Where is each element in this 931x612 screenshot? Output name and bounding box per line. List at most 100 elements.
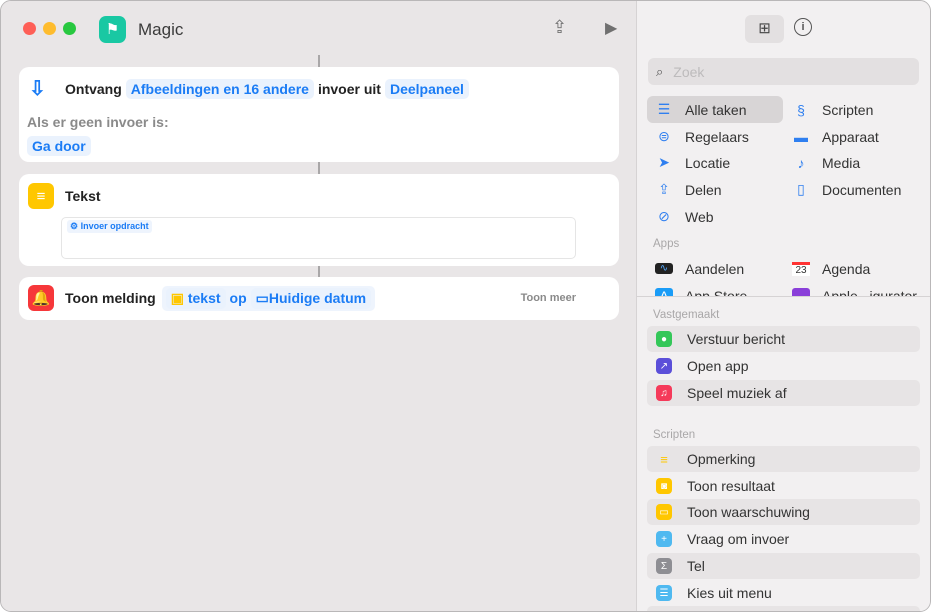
category-documents[interactable]: ▯ Documenten xyxy=(784,176,901,203)
music-icon: ♫ xyxy=(656,385,672,401)
script-choose-menu[interactable]: ☰ Kies uit menu xyxy=(647,580,920,606)
action-verb: Ontvang xyxy=(65,80,122,97)
search-input[interactable]: ⌕ Zoek xyxy=(648,58,919,85)
item-label: Opmerking xyxy=(687,451,756,467)
item-label: Verstuur bericht xyxy=(687,331,786,347)
category-location[interactable]: ➤ Locatie xyxy=(647,149,730,176)
show-more-button[interactable]: Toon meer xyxy=(521,292,576,304)
show-result-icon: ◙ xyxy=(656,478,672,494)
category-label: Delen xyxy=(685,181,722,198)
token-label: tekst xyxy=(187,289,221,306)
item-label: Toon resultaat xyxy=(687,478,775,494)
no-input-value[interactable]: Ga door xyxy=(27,136,91,156)
category-media[interactable]: ♪ Media xyxy=(784,149,861,176)
search-icon: ⌕ xyxy=(656,63,664,79)
share-icon[interactable]: ⇪ xyxy=(552,17,567,38)
receive-icon: ⇩ xyxy=(29,78,46,100)
configurator-icon xyxy=(792,287,810,296)
share-icon: ⇪ xyxy=(658,181,670,197)
token-label: Huidige datum xyxy=(268,289,367,306)
item-label: Kies uit menu xyxy=(687,585,772,601)
pinned-play-music[interactable]: ♫ Speel muziek af xyxy=(647,380,920,406)
zoom-button[interactable] xyxy=(63,22,76,35)
scripting-icon: § xyxy=(797,101,805,118)
item-label: Speel muziek af xyxy=(687,385,787,401)
category-label: Scripten xyxy=(822,101,874,118)
app-label: Agenda xyxy=(822,260,871,277)
pinned-section-label: Vastgemaakt xyxy=(653,309,720,321)
apps-section-label: Apps xyxy=(653,238,680,250)
action-text[interactable]: ≡ Tekst ⚙ Invoer opdracht xyxy=(19,174,619,266)
variable-label: Invoer opdracht xyxy=(80,221,149,231)
source-token[interactable]: Deelpaneel xyxy=(384,78,469,99)
app-store-icon: A xyxy=(655,287,673,296)
category-scripting[interactable]: § Scripten xyxy=(784,96,873,123)
script-count[interactable]: Σ Tel xyxy=(647,553,920,579)
apps-list: ∿ Aandelen 23 Agenda A App Store Apple...ig… xyxy=(637,255,930,296)
app-app-store[interactable]: A App Store xyxy=(647,282,747,296)
category-label: Regelaars xyxy=(685,128,749,145)
divider xyxy=(637,296,930,297)
notification-icon: 🔔 xyxy=(28,285,54,311)
item-label: Open app xyxy=(687,358,749,374)
close-button[interactable] xyxy=(23,22,36,35)
minimize-button[interactable] xyxy=(43,22,56,35)
category-controls[interactable]: ⊜ Regelaars xyxy=(647,123,749,150)
window-title: Magic xyxy=(138,20,184,39)
action-library: ⊞ i ⌕ Zoek ☰ Alle taken § Scripten ⊜ Regela… xyxy=(636,1,930,611)
category-label: Locatie xyxy=(685,154,731,171)
alert-icon: ▭ xyxy=(656,504,672,520)
location-icon: ➤ xyxy=(658,154,670,170)
script-show-alert[interactable]: ▭ Toon waarschuwing xyxy=(647,499,920,525)
pinned-open-app[interactable]: ↗ Open app xyxy=(647,353,920,379)
app-calendar[interactable]: 23 Agenda xyxy=(784,255,870,282)
connector xyxy=(318,162,320,174)
variable-token[interactable]: ⚙ Invoer opdracht xyxy=(67,220,152,233)
text-icon: ▣ xyxy=(170,289,184,306)
item-label: Vraag om invoer xyxy=(687,531,790,547)
comment-icon: ≡ xyxy=(660,451,668,467)
action-text: invoer uit xyxy=(317,80,381,97)
shortcut-icon[interactable]: ⚑ xyxy=(99,16,126,43)
open-app-icon: ↗ xyxy=(656,358,672,374)
app-label: Aandelen xyxy=(685,260,745,277)
menu-icon: ☰ xyxy=(656,585,672,601)
monitor-icon: ▬ xyxy=(794,128,808,145)
action-text: op xyxy=(229,290,247,306)
category-sharing[interactable]: ⇪ Delen xyxy=(647,176,722,203)
info-icon[interactable]: i xyxy=(794,18,812,36)
text-field[interactable]: ⚙ Invoer opdracht xyxy=(61,217,576,259)
item-label: Toon waarschuwing xyxy=(687,504,810,520)
item-label: Tel xyxy=(687,558,705,574)
category-label: Web xyxy=(685,208,714,225)
shortcuts-window: ⚑ Magic ⇪ ▶ ⇩ Ontvang Afbeeldingen en 16… xyxy=(0,0,931,612)
category-label: Alle taken xyxy=(685,101,747,118)
calendar-icon: ▭ xyxy=(255,289,269,306)
script-ask-input[interactable]: + Vraag om invoer xyxy=(647,526,920,552)
app-configurator[interactable]: Apple...igurator xyxy=(784,282,917,296)
music-note-icon: ♪ xyxy=(797,154,805,171)
text-icon: ≡ xyxy=(28,183,54,209)
script-item-clipped[interactable] xyxy=(647,606,920,611)
play-icon[interactable]: ▶ xyxy=(605,18,617,38)
connector xyxy=(318,55,320,67)
pinned-send-message[interactable]: ● Verstuur bericht xyxy=(647,326,920,352)
script-comment[interactable]: ≡ Opmerking xyxy=(647,446,920,472)
category-all-actions[interactable]: ☰ Alle taken xyxy=(647,96,783,123)
category-web[interactable]: ⊘ Web xyxy=(647,203,714,230)
text-variable-token[interactable]: ▣ tekst xyxy=(165,287,226,309)
date-token[interactable]: ▭Huidige datum xyxy=(250,287,372,309)
scripts-section-label: Scripten xyxy=(653,429,696,441)
search-placeholder: Zoek xyxy=(673,63,705,80)
compass-icon: ⊘ xyxy=(658,208,670,224)
category-device[interactable]: ▬ Apparaat xyxy=(784,123,879,150)
action-receive-input[interactable]: ⇩ Ontvang Afbeeldingen en 16 andere invo… xyxy=(19,67,619,162)
library-icon[interactable]: ⊞ xyxy=(745,15,784,43)
calendar-icon: 23 xyxy=(792,261,810,276)
action-show-notification[interactable]: 🔔 Toon melding ▣ tekst op ▭Huidige datum… xyxy=(19,277,619,320)
script-show-result[interactable]: ◙ Toon resultaat xyxy=(647,473,920,499)
messages-icon: ● xyxy=(656,331,672,347)
action-title: Tekst xyxy=(65,188,101,204)
input-types-token[interactable]: Afbeeldingen en 16 andere xyxy=(125,78,314,99)
app-stocks[interactable]: ∿ Aandelen xyxy=(647,255,744,282)
